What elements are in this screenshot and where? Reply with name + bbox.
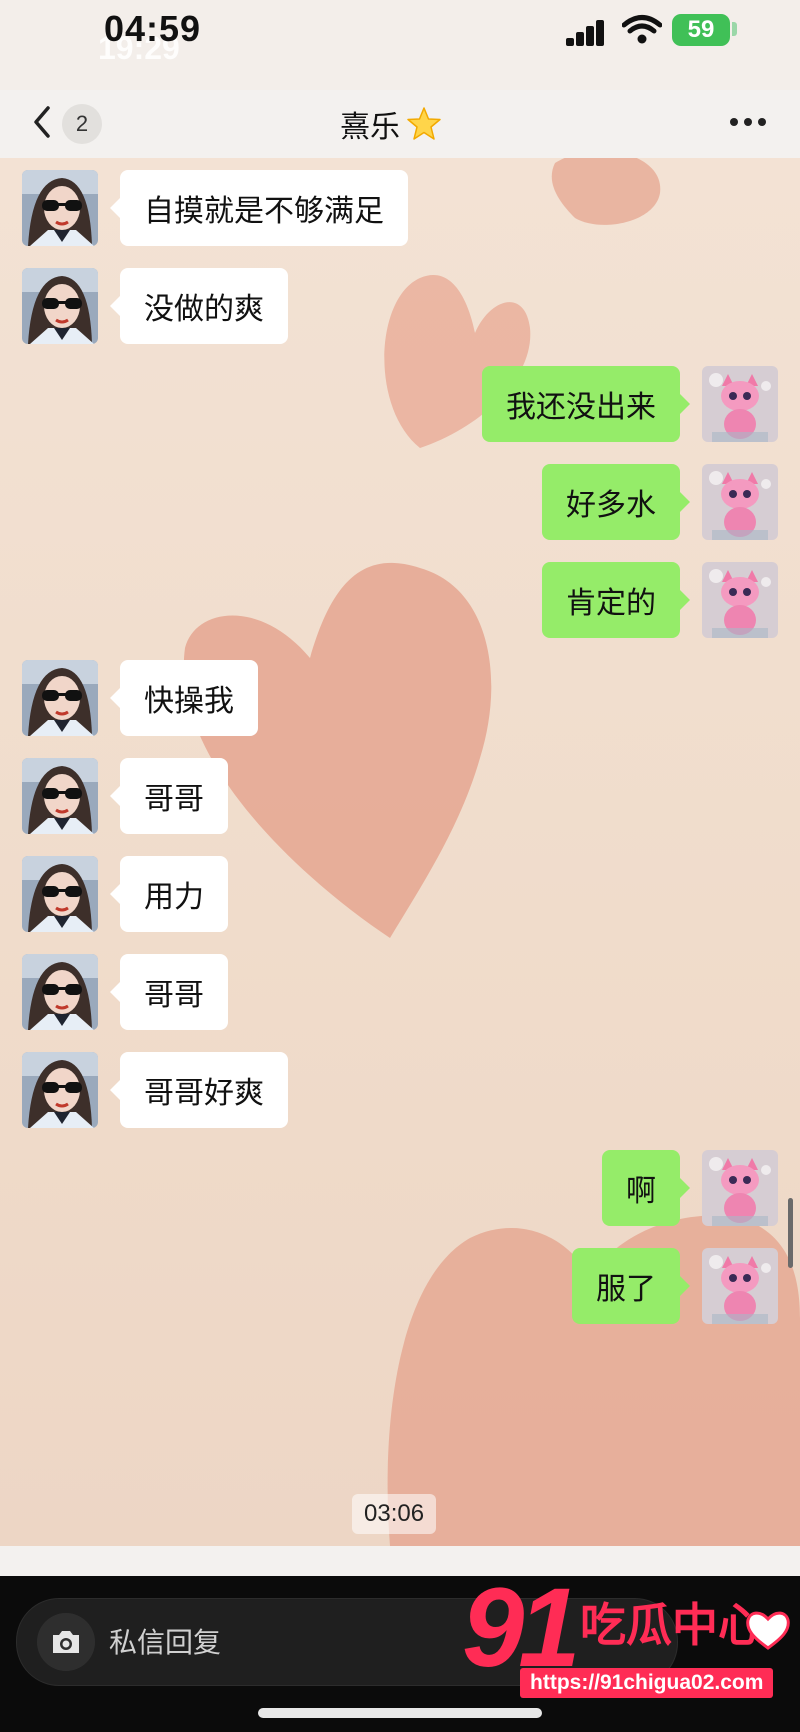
contact-avatar-image [22, 170, 98, 246]
received-message: 快操我 [22, 660, 258, 736]
contact-avatar[interactable] [22, 1052, 98, 1128]
sent-message: 好多水 [542, 464, 778, 540]
received-message: 哥哥 [22, 758, 228, 834]
unread-count-badge[interactable]: 2 [62, 104, 102, 144]
contact-avatar[interactable] [22, 170, 98, 246]
contact-avatar-image [22, 758, 98, 834]
message-bubble[interactable]: 好多水 [542, 464, 690, 540]
camera-icon[interactable] [37, 1613, 95, 1671]
watermark-url: https://91chigua02.com [520, 1668, 774, 1698]
contact-avatar-image [22, 660, 98, 736]
watermark-heart-icon [746, 1611, 790, 1650]
star-icon [407, 107, 441, 140]
message-bubble[interactable]: 快操我 [110, 660, 258, 736]
sent-message: 我还没出来 [482, 366, 778, 442]
received-message: 没做的爽 [22, 268, 288, 344]
sent-message: 服了 [572, 1248, 778, 1324]
message-bubble[interactable]: 自摸就是不够满足 [110, 170, 408, 246]
sent-message: 啊 [602, 1150, 778, 1226]
contact-avatar-image [22, 954, 98, 1030]
contact-avatar-image [22, 856, 98, 932]
message-bubble[interactable]: 哥哥好爽 [110, 1052, 288, 1128]
back-arrow-icon[interactable] [28, 102, 58, 142]
wifi-icon [622, 15, 662, 44]
received-message: 哥哥 [22, 954, 228, 1030]
message-bubble[interactable]: 肯定的 [542, 562, 690, 638]
signal-icon [566, 18, 616, 46]
reply-input[interactable] [107, 1619, 511, 1667]
user-avatar[interactable] [702, 1150, 778, 1226]
message-bubble[interactable]: 哥哥 [110, 954, 228, 1030]
message-bubble[interactable]: 我还没出来 [482, 366, 690, 442]
received-message: 用力 [22, 856, 228, 932]
user-avatar[interactable] [702, 562, 778, 638]
contact-avatar[interactable] [22, 758, 98, 834]
chat-area[interactable]: 自摸就是不够满足 没做的爽 我还没出来 好多水 肯定的 快操我 哥哥 用力 哥哥 哥哥好爽啊服了 … [0, 158, 800, 1546]
user-avatar-image [702, 1150, 778, 1226]
battery-indicator: 59 [672, 14, 730, 46]
status-time: 04:59 [104, 8, 202, 49]
received-message: 自摸就是不够满足 [22, 170, 408, 246]
message-bubble[interactable]: 啊 [602, 1150, 690, 1226]
message-bubble[interactable]: 服了 [572, 1248, 690, 1324]
user-avatar[interactable] [702, 464, 778, 540]
user-avatar-image [702, 1248, 778, 1324]
user-avatar-image [702, 366, 778, 442]
more-options-icon[interactable] [730, 118, 766, 128]
chat-title: 熹乐 [340, 102, 442, 146]
composer-edge [0, 1546, 800, 1576]
sent-message: 肯定的 [542, 562, 778, 638]
status-bar: 19:29 04:59 59 [0, 0, 800, 90]
contact-avatar[interactable] [22, 954, 98, 1030]
contact-avatar[interactable] [22, 856, 98, 932]
chat-header: 2 熹乐 [0, 90, 800, 158]
received-message: 哥哥好爽 [22, 1052, 288, 1128]
home-indicator [258, 1708, 542, 1718]
contact-avatar[interactable] [22, 268, 98, 344]
scrollbar[interactable] [788, 1198, 793, 1268]
message-bubble[interactable]: 哥哥 [110, 758, 228, 834]
contact-avatar[interactable] [22, 660, 98, 736]
message-bubble[interactable]: 用力 [110, 856, 228, 932]
contact-avatar-image [22, 268, 98, 344]
user-avatar-image [702, 464, 778, 540]
message-bubble[interactable]: 没做的爽 [110, 268, 288, 344]
contact-avatar-image [22, 1052, 98, 1128]
user-avatar[interactable] [702, 366, 778, 442]
watermark-name: 吃瓜中心 [580, 1599, 764, 1651]
contact-name: 熹乐 [340, 111, 400, 144]
user-avatar[interactable] [702, 1248, 778, 1324]
user-avatar-image [702, 562, 778, 638]
message-timestamp: 03:06 [352, 1494, 437, 1534]
battery-tip [732, 22, 737, 36]
